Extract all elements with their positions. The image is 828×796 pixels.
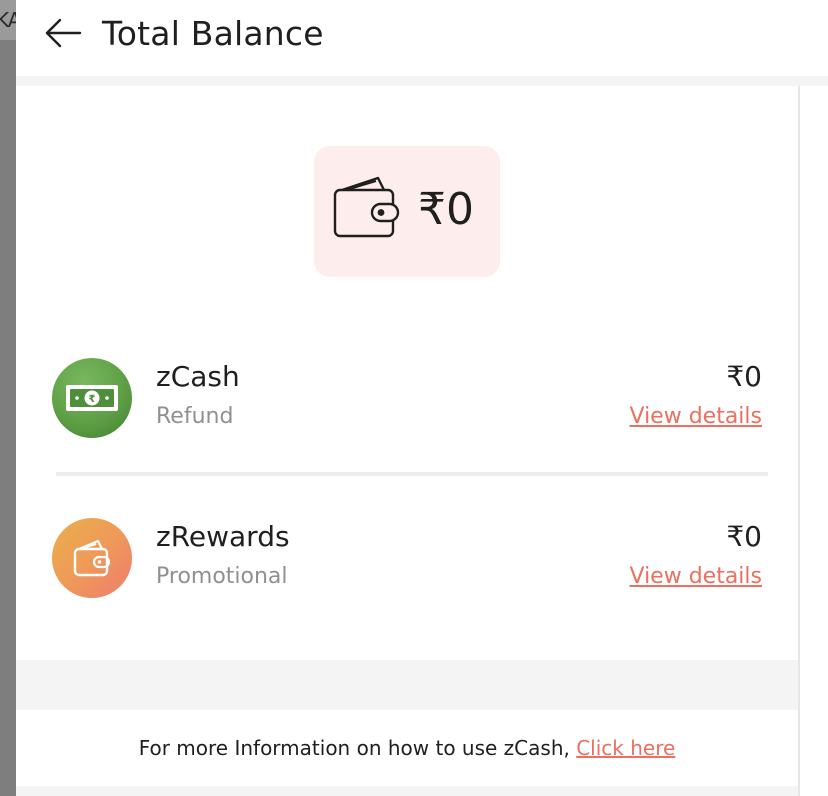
account-row-zrewards: zRewards Promotional ₹0 View details: [52, 518, 768, 598]
wallet-icon: [332, 172, 400, 242]
right-edge-strip: [798, 86, 828, 796]
header: Total Balance: [16, 0, 828, 76]
balance-card: ₹0 ₹ zCash Refund ₹0 View details zRewar…: [16, 86, 798, 660]
wallet-card-icon: [52, 518, 132, 598]
click-here-link[interactable]: Click here: [576, 736, 675, 760]
account-row-zcash: ₹ zCash Refund ₹0 View details: [52, 358, 768, 438]
total-balance-box: ₹0: [314, 146, 500, 277]
account-amount: ₹0: [726, 360, 762, 393]
account-amount: ₹0: [726, 520, 762, 553]
footer-text: For more Information on how to use zCash…: [16, 736, 798, 760]
divider: [56, 472, 768, 476]
account-type: Promotional: [156, 564, 288, 589]
page-title: Total Balance: [102, 14, 324, 53]
account-name: zCash: [156, 360, 240, 393]
view-details-link-zcash[interactable]: View details: [630, 404, 763, 429]
background-overlay: KA: [0, 0, 21, 796]
section-gap: [16, 660, 798, 710]
view-details-link-zrewards[interactable]: View details: [630, 564, 763, 589]
svg-text:₹: ₹: [89, 394, 96, 405]
total-balance-amount: ₹0: [418, 184, 474, 235]
footer-message: For more Information on how to use zCash…: [138, 736, 577, 760]
cash-note-icon: ₹: [52, 358, 132, 438]
footer-info: For more Information on how to use zCash…: [16, 710, 798, 786]
account-name: zRewards: [156, 520, 290, 553]
total-balance-panel: Total Balance ₹0 ₹ zCash Refund ₹0 View …: [16, 0, 828, 796]
account-type: Refund: [156, 404, 234, 429]
arrow-left-icon[interactable]: [44, 16, 84, 50]
